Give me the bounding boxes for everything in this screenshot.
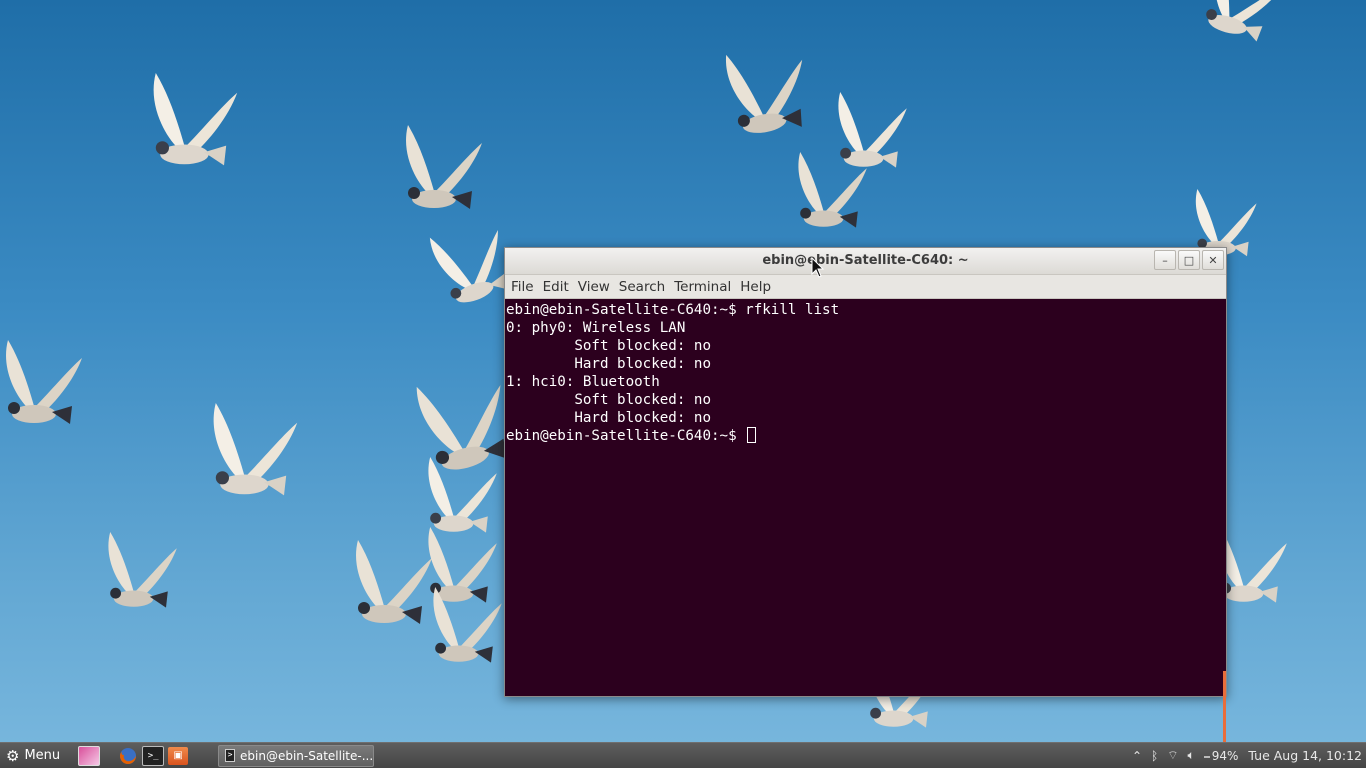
window-controls: – □ ✕ [1154,250,1224,270]
bluetooth-icon[interactable]: ᛒ [1151,749,1158,763]
menu-help[interactable]: Help [740,279,771,295]
menu-file[interactable]: File [511,279,534,295]
battery-percentage[interactable]: 94% [1212,749,1239,763]
terminal-line: 0: phy0: Wireless LAN [506,320,686,336]
gear-icon: ⚙ [6,746,20,765]
terminal-menubar: File Edit View Search Terminal Help [505,275,1226,299]
scrollbar-indicator[interactable] [1223,671,1226,747]
image-viewer-launcher[interactable] [78,745,101,766]
terminal-line: Hard blocked: no [506,410,711,426]
minimize-button[interactable]: – [1154,250,1176,270]
terminal-icon: > [225,749,236,762]
terminal-line: ebin@ebin-Satellite-C640:~$ rfkill list [506,302,840,318]
system-tray: ⌃ ᛒ ⌔ 🔈︎ 94% Tue Aug 14, 10:12 [1123,748,1362,763]
terminal-prompt-line[interactable]: ebin@ebin-Satellite-C640:~$ [506,427,1226,445]
close-button[interactable]: ✕ [1202,250,1224,270]
window-titlebar[interactable]: ebin@ebin-Satellite-C640: ~ – □ ✕ [505,248,1226,275]
terminal-icon: >_ [147,750,159,761]
volume-icon[interactable]: 🔈︎ [1188,748,1195,763]
bottom-panel: ⚙ Menu >_ ▣ > ebin@ebin-Satellite-... ⌃ … [0,742,1366,768]
menu-view[interactable]: View [578,279,610,295]
firefox-icon [120,747,137,764]
minimize-icon: – [1162,253,1168,267]
chevron-up-icon[interactable]: ⌃ [1132,749,1142,763]
files-launcher[interactable]: ▣ [168,746,189,765]
terminal-line: Hard blocked: no [506,356,711,372]
menu-button[interactable]: ⚙ Menu [6,747,60,765]
taskbar-item-terminal[interactable]: > ebin@ebin-Satellite-... [218,744,375,767]
close-icon: ✕ [1208,253,1218,267]
terminal-line: Soft blocked: no [506,392,711,408]
maximize-icon: □ [1183,253,1195,267]
menu-button-label: Menu [24,748,61,763]
maximize-button[interactable]: □ [1178,250,1200,270]
terminal-line: 1: hci0: Bluetooth [506,374,660,390]
terminal-launcher[interactable]: >_ [142,745,165,766]
firefox-launcher[interactable] [118,747,138,765]
menu-terminal[interactable]: Terminal [674,279,731,295]
terminal-prompt: ebin@ebin-Satellite-C640:~$ [506,428,746,444]
clock[interactable]: Tue Aug 14, 10:12 [1248,748,1362,763]
menu-search[interactable]: Search [619,279,665,295]
terminal-line: Soft blocked: no [506,338,711,354]
terminal-output[interactable]: ebin@ebin-Satellite-C640:~$ rfkill list … [505,299,1226,747]
terminal-window[interactable]: ebin@ebin-Satellite-C640: ~ – □ ✕ File E… [504,247,1227,747]
window-title: ebin@ebin-Satellite-C640: ~ [762,253,969,268]
wifi-icon[interactable]: ⌔ [1167,748,1178,763]
taskbar-item-label: ebin@ebin-Satellite-... [240,748,374,763]
battery-icon[interactable] [1203,755,1210,758]
menu-edit[interactable]: Edit [543,279,569,295]
mouse-pointer-icon [811,257,825,278]
files-icon: ▣ [173,750,183,761]
text-cursor [747,427,757,443]
